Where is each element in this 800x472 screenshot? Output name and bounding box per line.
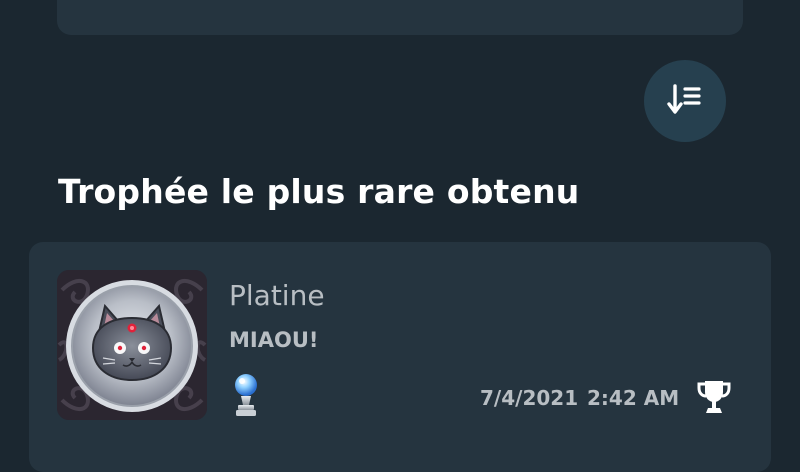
sort-descending-icon bbox=[667, 84, 701, 114]
platinum-trophy-icon bbox=[235, 374, 257, 416]
trophy-name: Platine bbox=[229, 279, 325, 312]
trophy-description: MIAOU! bbox=[229, 328, 319, 352]
top-card-content bbox=[57, 0, 743, 35]
top-card bbox=[57, 0, 743, 35]
cat-medallion-image bbox=[57, 270, 207, 420]
trophy-artwork bbox=[57, 270, 207, 420]
sort-button[interactable] bbox=[644, 60, 726, 142]
trophy-cup-icon bbox=[697, 381, 731, 413]
earned-date: 7/4/2021 bbox=[480, 386, 579, 410]
earned-time: 2:42 AM bbox=[587, 386, 680, 410]
section-title: Trophée le plus rare obtenu bbox=[58, 172, 580, 211]
